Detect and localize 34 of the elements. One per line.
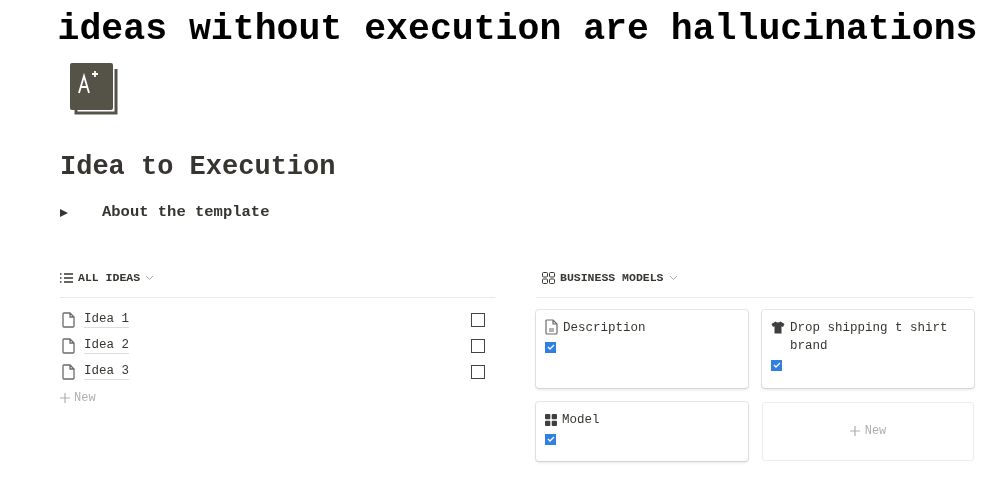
- checkbox[interactable]: [771, 359, 782, 371]
- card-title: Description: [563, 319, 646, 337]
- grid-icon: [545, 413, 557, 426]
- list-icon: [60, 272, 73, 283]
- gallery-card[interactable]: Description: [536, 309, 748, 388]
- page-icon: [62, 363, 76, 380]
- plus-icon: [60, 392, 70, 403]
- shirt-icon: [771, 320, 785, 334]
- gallery-card[interactable]: Drop shipping t shirt brand: [762, 309, 974, 388]
- page-icon: [62, 311, 76, 328]
- toggle-label: About the template: [102, 201, 270, 223]
- headline: ideas without execution are hallucinations: [56, 8, 979, 49]
- view-title[interactable]: ALL IDEAS: [78, 268, 141, 287]
- checkbox[interactable]: [545, 341, 556, 353]
- triangle-icon: [60, 208, 68, 217]
- chevron-down-icon[interactable]: [145, 274, 155, 281]
- card-title: Model: [562, 411, 600, 429]
- view-title[interactable]: BUSINESS MODELS: [560, 268, 664, 287]
- idea-link[interactable]: Idea 1: [84, 311, 129, 328]
- page-icon: [62, 337, 76, 354]
- plus-icon: [849, 426, 860, 436]
- chevron-down-icon[interactable]: [668, 274, 678, 281]
- idea-link[interactable]: Idea 2: [84, 337, 129, 354]
- gallery-card[interactable]: Model: [536, 401, 748, 461]
- card-title: Drop shipping t shirt brand: [790, 319, 949, 355]
- checkbox[interactable]: [545, 433, 556, 445]
- page-title: Idea to Execution: [60, 153, 337, 181]
- checkbox[interactable]: [471, 338, 485, 353]
- idea-link[interactable]: Idea 3: [84, 363, 129, 380]
- document-icon: [545, 318, 558, 335]
- book-icon: [70, 62, 118, 116]
- checkbox[interactable]: [471, 364, 485, 379]
- checkbox[interactable]: [471, 312, 485, 327]
- gallery-icon: [542, 271, 555, 284]
